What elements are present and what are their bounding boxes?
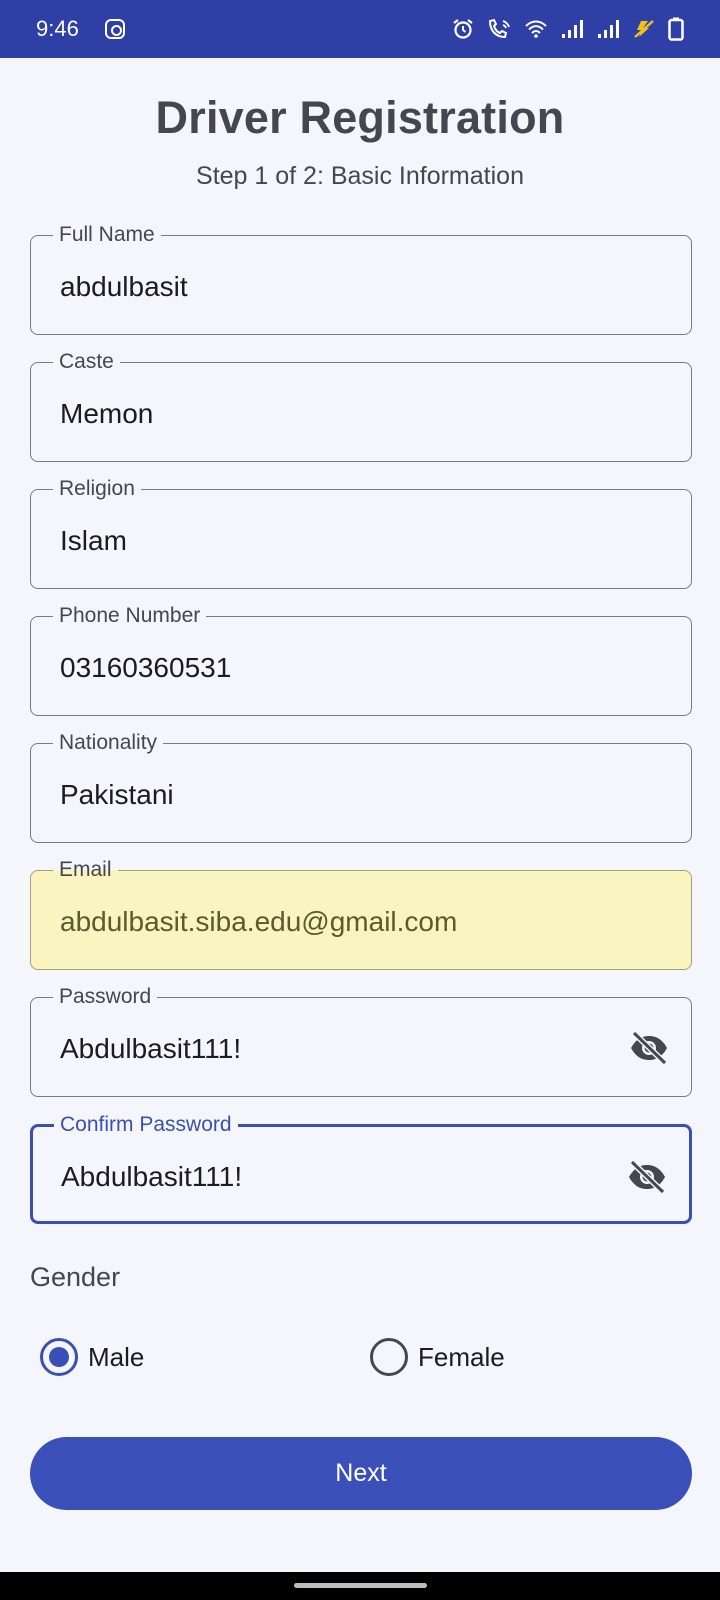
email-value[interactable]: abdulbasit.siba.edu@gmail.com [60,905,457,939]
battery-icon [668,17,684,41]
wifi-call-icon [488,18,510,39]
phone-number-field[interactable]: Phone Number 03160360531 [30,603,692,716]
page-title: Driver Registration [155,92,565,143]
battery-saver-icon [634,20,654,38]
next-button[interactable]: Next [30,1437,692,1510]
radio-checked-icon[interactable] [40,1338,78,1376]
gender-option-female[interactable]: Female [370,1338,505,1376]
email-field[interactable]: Email abdulbasit.siba.edu@gmail.com [30,857,692,970]
confirm-password-field[interactable]: Confirm Password Abdulbasit111! [30,1112,692,1224]
phone-number-label: Phone Number [53,603,207,629]
full-name-label: Full Name [53,222,161,248]
status-bar: 9:46 [0,0,720,58]
password-field[interactable]: Password Abdulbasit111! [30,984,692,1097]
religion-label: Religion [53,476,141,502]
home-handle[interactable] [294,1583,427,1588]
phone-number-value[interactable]: 03160360531 [60,651,231,685]
password-label: Password [53,984,158,1010]
step-subtitle: Step 1 of 2: Basic Information [196,162,524,190]
visibility-off-icon[interactable] [627,1028,671,1068]
nationality-label: Nationality [53,730,164,756]
nationality-value[interactable]: Pakistani [60,778,174,812]
religion-field[interactable]: Religion Islam [30,476,692,589]
instagram-icon [104,19,125,39]
gender-option-male[interactable]: Male [40,1338,144,1376]
alarm-icon [453,19,473,39]
nationality-field[interactable]: Nationality Pakistani [30,730,692,843]
radio-unchecked-icon[interactable] [370,1338,408,1376]
full-name-field[interactable]: Full Name abdulbasit [30,222,692,335]
gender-label: Gender [30,1262,121,1292]
male-label[interactable]: Male [88,1342,144,1373]
signal-icon [562,20,583,38]
full-name-value[interactable]: abdulbasit [60,270,188,304]
status-icons [452,17,684,41]
female-label[interactable]: Female [418,1342,505,1373]
signal-icon [598,20,619,38]
visibility-off-icon[interactable] [625,1157,669,1197]
caste-label: Caste [53,349,120,375]
caste-value[interactable]: Memon [60,397,153,431]
wifi-icon [525,20,547,38]
password-value[interactable]: Abdulbasit111! [60,1032,241,1066]
confirm-password-value[interactable]: Abdulbasit111! [61,1160,242,1194]
caste-field[interactable]: Caste Memon [30,349,692,462]
confirm-password-label: Confirm Password [54,1112,238,1138]
navigation-bar [0,1572,720,1600]
email-label: Email [53,857,118,883]
status-time: 9:46 [36,16,79,41]
religion-value[interactable]: Islam [60,524,127,558]
